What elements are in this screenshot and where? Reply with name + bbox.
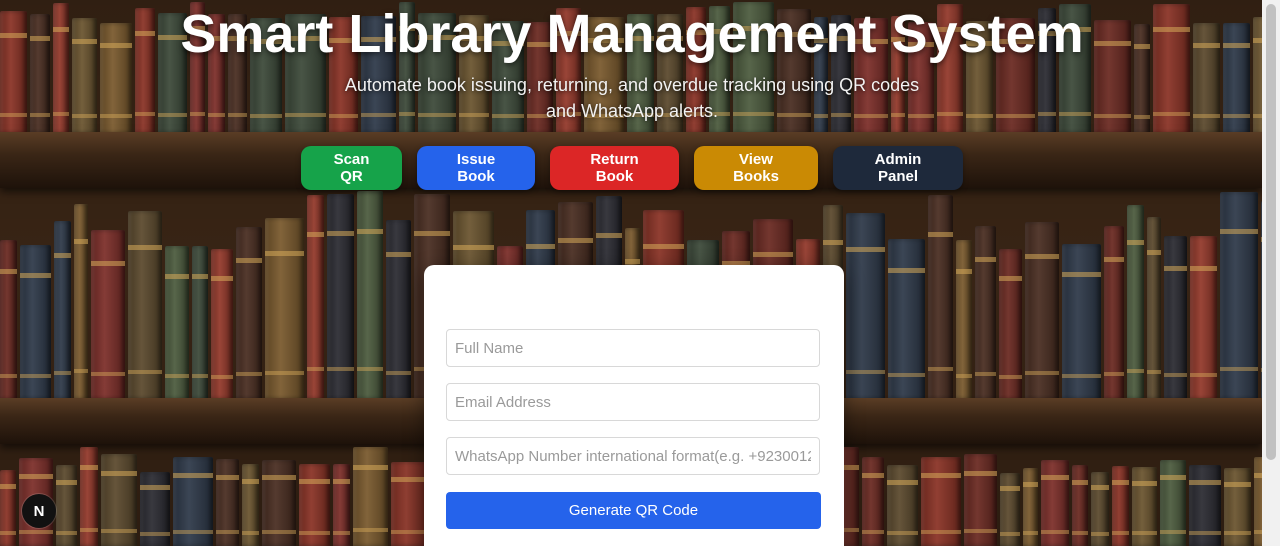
book-spine (80, 447, 98, 546)
scrollbar-track[interactable] (1262, 0, 1280, 546)
book-spine (887, 465, 918, 546)
book-spine (1220, 192, 1258, 400)
book-spine (1189, 465, 1221, 546)
book-spine (1164, 236, 1187, 400)
book-spine (1041, 460, 1069, 546)
page-subtitle: Automate book issuing, returning, and ov… (344, 75, 920, 121)
book-spine (1091, 472, 1109, 546)
book-spine (1127, 205, 1144, 400)
book-spine (353, 447, 388, 546)
nextjs-dev-indicator[interactable]: N (22, 494, 56, 528)
book-spine (211, 249, 233, 400)
book-spine (964, 454, 997, 546)
registration-form-card: Generate QR Code (424, 265, 844, 546)
book-spine (975, 226, 996, 400)
book-spine (1160, 460, 1186, 546)
book-spine (299, 464, 330, 546)
full-name-input[interactable] (446, 329, 820, 367)
book-spine (1023, 468, 1038, 546)
book-spine (333, 464, 350, 546)
book-spine (236, 227, 262, 400)
email-input[interactable] (446, 383, 820, 421)
book-spine (0, 240, 17, 400)
whatsapp-number-input[interactable] (446, 437, 820, 475)
book-spine (1190, 236, 1217, 400)
generate-qr-code-button[interactable]: Generate QR Code (446, 492, 821, 529)
book-spine (216, 459, 239, 546)
book-spine (192, 246, 208, 400)
view-books-button[interactable]: View Books (694, 146, 818, 190)
page-title: Smart Library Management System (180, 4, 1084, 64)
book-spine (921, 457, 961, 546)
book-spine (862, 457, 884, 546)
admin-panel-button[interactable]: Admin Panel (833, 146, 963, 190)
app-page: Smart Library Management System Automate… (0, 0, 1280, 546)
book-spine (262, 460, 296, 546)
scan-qr-button[interactable]: Scan QR (301, 146, 402, 190)
book-spine (128, 211, 162, 400)
book-spine (56, 465, 77, 546)
book-spine (999, 249, 1022, 400)
book-spine (265, 218, 304, 400)
nextjs-logo-icon: N (33, 502, 45, 520)
book-spine (357, 191, 383, 400)
book-spine (1224, 468, 1251, 546)
book-spine (1132, 467, 1157, 546)
book-spine (307, 195, 324, 400)
book-spine (1000, 473, 1020, 546)
book-spine (1072, 465, 1088, 546)
book-spine (327, 194, 354, 400)
action-buttons: Scan QR Issue Book Return Book View Book… (0, 146, 1264, 190)
book-spine (242, 464, 259, 546)
book-spine (74, 204, 88, 400)
book-spine (173, 457, 213, 546)
scrollbar-thumb[interactable] (1266, 4, 1276, 460)
book-spine (140, 472, 170, 546)
return-book-button[interactable]: Return Book (550, 146, 679, 190)
book-spine (386, 220, 411, 400)
book-spine (1025, 222, 1059, 400)
book-spine (1112, 466, 1129, 546)
book-spine (0, 470, 16, 546)
book-spine (101, 454, 137, 546)
book-spine (1062, 244, 1101, 400)
book-spine (956, 240, 972, 400)
book-spine (165, 246, 189, 400)
book-spine (846, 213, 885, 400)
book-spine (54, 221, 71, 400)
book-spine (1147, 217, 1161, 400)
book-spine (1104, 226, 1124, 400)
book-spine (888, 239, 925, 400)
book-spine (91, 230, 125, 400)
book-spine (928, 195, 953, 400)
issue-book-button[interactable]: Issue Book (417, 146, 535, 190)
book-spine (1254, 457, 1262, 546)
book-spine (20, 245, 51, 400)
